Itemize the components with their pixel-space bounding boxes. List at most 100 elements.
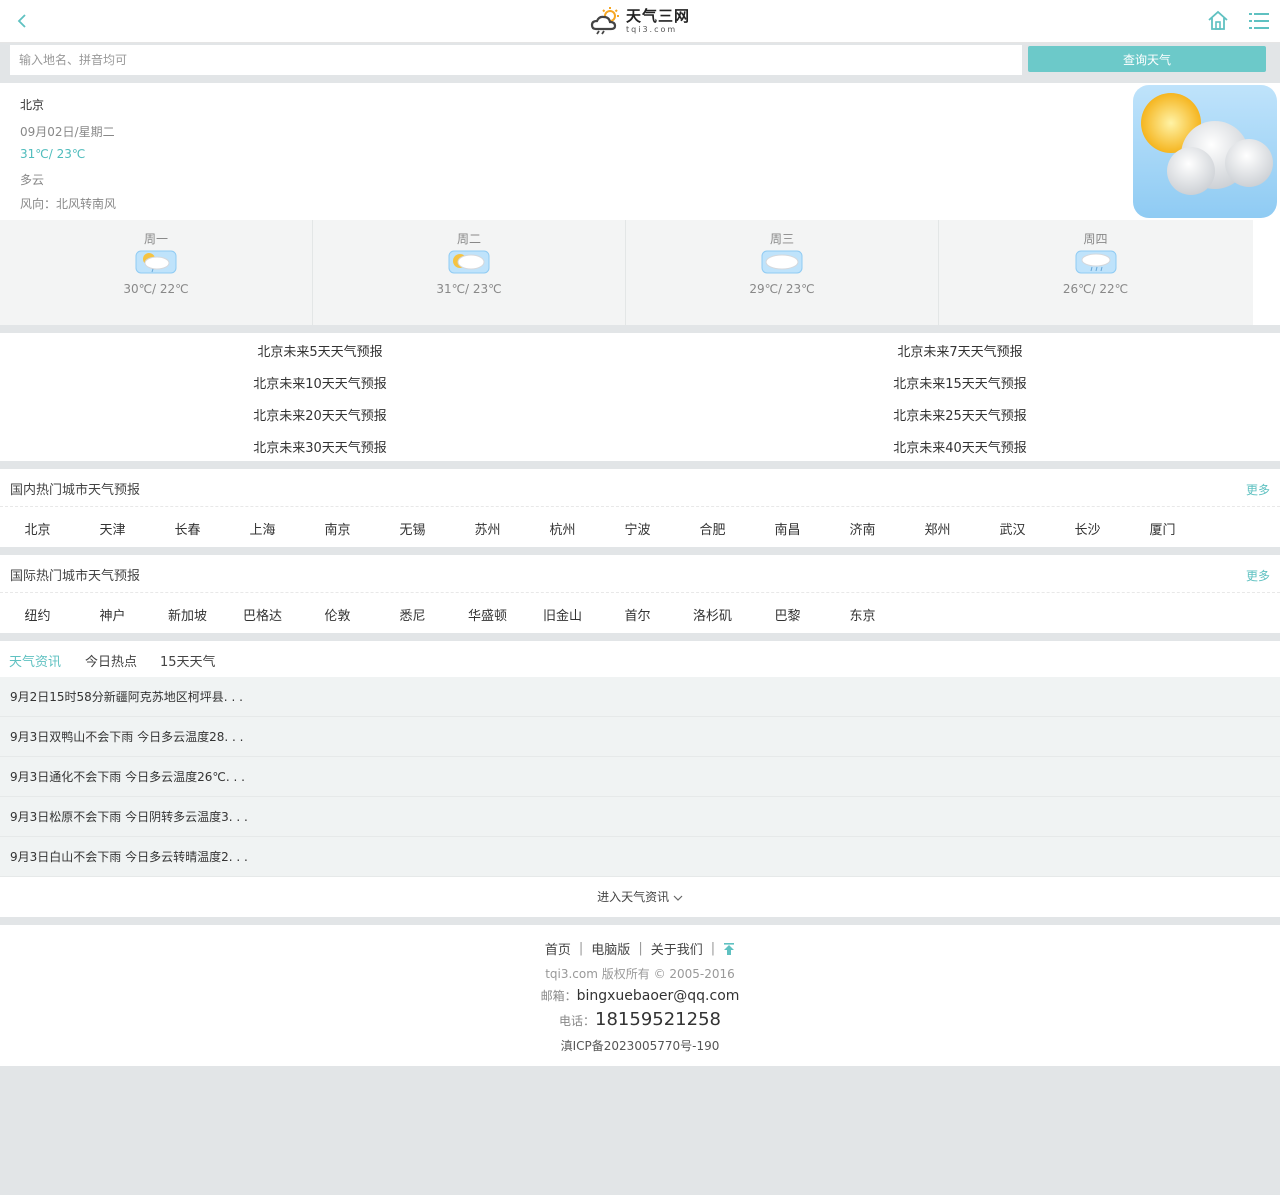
forecast-link-15-days[interactable]: 北京未来15天天气预报 xyxy=(640,373,1280,392)
forecast-link-5-days[interactable]: 北京未来5天天气预报 xyxy=(0,341,640,360)
forecast-link-7-days[interactable]: 北京未来7天天气预报 xyxy=(640,341,1280,360)
news-item[interactable]: 9月3日双鸭山不会下雨 今日多云温度28. . . xyxy=(0,717,1280,757)
city-link[interactable]: 巴黎 xyxy=(750,605,825,624)
more-link[interactable]: 更多 xyxy=(1246,567,1270,584)
menu-button[interactable] xyxy=(1246,8,1272,34)
cloud-sun-logo-icon xyxy=(590,7,619,35)
city-link[interactable]: 济南 xyxy=(825,519,900,538)
city-link[interactable]: 宁波 xyxy=(600,519,675,538)
city-link[interactable]: 华盛顿 xyxy=(450,605,525,624)
city-link[interactable]: 郑州 xyxy=(900,519,975,538)
current-wind: 风向：北风转南风 xyxy=(20,197,117,211)
search-input[interactable] xyxy=(10,45,1022,75)
back-to-top-icon[interactable] xyxy=(723,942,735,956)
forecast-link-20-days[interactable]: 北京未来20天天气预报 xyxy=(0,405,640,424)
chevron-left-icon xyxy=(17,14,26,28)
city-link[interactable]: 上海 xyxy=(225,519,300,538)
city-link[interactable]: 长春 xyxy=(150,519,225,538)
enter-news-label: 进入天气资讯 xyxy=(597,890,670,904)
day-temperature: 26℃/ 22℃ xyxy=(1062,282,1129,296)
tab-today-hot[interactable]: 今日热点 xyxy=(85,651,137,670)
day-name: 周三 xyxy=(769,232,794,246)
enter-news-link[interactable]: 进入天气资讯 xyxy=(0,877,1280,917)
forecast-day[interactable]: 周四 26℃/ 22℃ xyxy=(939,220,1252,325)
top-header: 天气三网 tqi3.com xyxy=(0,0,1280,43)
city-link[interactable]: 南京 xyxy=(300,519,375,538)
footer-link-about[interactable]: 关于我们 xyxy=(651,939,703,958)
city-link[interactable]: 合肥 xyxy=(675,519,750,538)
section-title: 国际热门城市天气预报 xyxy=(10,569,141,584)
news-section: 天气资讯 今日热点 15天天气 9月2日15时58分新疆阿克苏地区柯坪县. . … xyxy=(0,641,1280,917)
city-link[interactable]: 北京 xyxy=(0,519,75,538)
city-link[interactable]: 南昌 xyxy=(750,519,825,538)
partly-cloudy-icon xyxy=(448,250,490,274)
search-bar: 查询天气 xyxy=(0,43,1280,76)
city-link[interactable]: 洛杉矶 xyxy=(675,605,750,624)
tab-15-day-weather[interactable]: 15天天气 xyxy=(160,651,216,670)
news-item[interactable]: 9月2日15时58分新疆阿克苏地区柯坪县. . . xyxy=(0,677,1280,717)
footer-icp[interactable]: 滇ICP备2023005770号-190 xyxy=(0,1037,1280,1054)
day-name: 周二 xyxy=(456,232,481,246)
city-link[interactable]: 天津 xyxy=(75,519,150,538)
international-cities-section: 国际热门城市天气预报 更多 纽约 神户 新加坡 巴格达 伦敦 悉尼 华盛顿 旧金… xyxy=(0,555,1280,633)
day-temperature: 29℃/ 23℃ xyxy=(749,282,815,296)
current-date: 09月02日/星期二 xyxy=(20,125,115,139)
forecast-link-40-days[interactable]: 北京未来40天天气预报 xyxy=(640,437,1280,456)
news-item[interactable]: 9月3日松原不会下雨 今日阴转多云温度3. . . xyxy=(0,797,1280,837)
forecast-days: 周一 30℃/ 22℃ 周二 31℃/ 23℃ 周三 29℃/ 23℃ 周四 2… xyxy=(0,220,1253,325)
email-address: bingxuebaoer@qq.com xyxy=(576,988,740,1004)
footer: 首页 | 电脑版 | 关于我们 | tqi3.com 版权所有 © 2005-2… xyxy=(0,925,1280,1066)
home-button[interactable] xyxy=(1205,8,1231,34)
news-item[interactable]: 9月3日白山不会下雨 今日多云转晴温度2. . . xyxy=(0,837,1280,877)
city-link[interactable]: 无锡 xyxy=(375,519,450,538)
footer-phone: 电话：18159521258 xyxy=(559,1009,721,1030)
current-city: 北京 xyxy=(20,98,45,112)
cloudy-icon xyxy=(761,250,803,274)
forecast-day[interactable]: 周一 30℃/ 22℃ xyxy=(0,220,313,325)
city-link[interactable]: 首尔 xyxy=(600,605,675,624)
forecast-day[interactable]: 周三 29℃/ 23℃ xyxy=(626,220,939,325)
city-link[interactable]: 新加坡 xyxy=(150,605,225,624)
city-link[interactable]: 旧金山 xyxy=(525,605,600,624)
day-name: 周一 xyxy=(143,232,168,246)
city-link[interactable]: 杭州 xyxy=(525,519,600,538)
forecast-link-25-days[interactable]: 北京未来25天天气预报 xyxy=(640,405,1280,424)
footer-link-desktop[interactable]: 电脑版 xyxy=(591,939,630,958)
partly-cloudy-rain-icon xyxy=(135,250,177,274)
city-link[interactable]: 苏州 xyxy=(450,519,525,538)
partly-cloudy-large-icon xyxy=(1133,85,1277,218)
news-item[interactable]: 9月3日通化不会下雨 今日多云温度26℃. . . xyxy=(0,757,1280,797)
day-temperature: 30℃/ 22℃ xyxy=(123,282,189,296)
logo-subtitle: tqi3.com xyxy=(626,24,678,34)
forecast-link-30-days[interactable]: 北京未来30天天气预报 xyxy=(0,437,640,456)
city-link[interactable]: 神户 xyxy=(75,605,150,624)
city-link[interactable]: 武汉 xyxy=(975,519,1050,538)
section-title: 国内热门城市天气预报 xyxy=(10,483,141,498)
city-link[interactable]: 东京 xyxy=(825,605,900,624)
more-link[interactable]: 更多 xyxy=(1246,481,1270,498)
site-logo[interactable]: 天气三网 tqi3.com xyxy=(590,6,690,36)
phone-number: 18159521258 xyxy=(595,1009,721,1030)
current-condition: 多云 xyxy=(20,173,45,187)
city-link[interactable]: 长沙 xyxy=(1050,519,1125,538)
list-menu-icon xyxy=(1249,13,1269,29)
tab-weather-news[interactable]: 天气资讯 xyxy=(9,651,61,670)
back-button[interactable] xyxy=(10,8,34,34)
forecast-day[interactable]: 周二 31℃/ 23℃ xyxy=(313,220,626,325)
rain-icon xyxy=(1075,250,1116,274)
city-link[interactable]: 纽约 xyxy=(0,605,75,624)
city-link[interactable]: 巴格达 xyxy=(225,605,300,624)
footer-nav: 首页 | 电脑版 | 关于我们 | xyxy=(0,939,1280,958)
current-weather-panel: 北京 09月02日/星期二 31℃/ 23℃ 多云 风向：北风转南风 xyxy=(0,83,1280,220)
search-weather-button[interactable]: 查询天气 xyxy=(1028,46,1266,72)
forecast-link-10-days[interactable]: 北京未来10天天气预报 xyxy=(0,373,640,392)
footer-link-home[interactable]: 首页 xyxy=(545,939,571,958)
footer-copyright: tqi3.com 版权所有 © 2005-2016 xyxy=(545,967,735,981)
forecast-links: 北京未来5天天气预报 北京未来7天天气预报 北京未来10天天气预报 北京未来15… xyxy=(0,333,1280,461)
city-link[interactable]: 厦门 xyxy=(1125,519,1200,538)
city-link[interactable]: 伦敦 xyxy=(300,605,375,624)
logo-title: 天气三网 xyxy=(626,6,691,25)
day-temperature: 31℃/ 23℃ xyxy=(436,282,502,296)
city-link[interactable]: 悉尼 xyxy=(375,605,450,624)
home-icon xyxy=(1208,10,1228,30)
